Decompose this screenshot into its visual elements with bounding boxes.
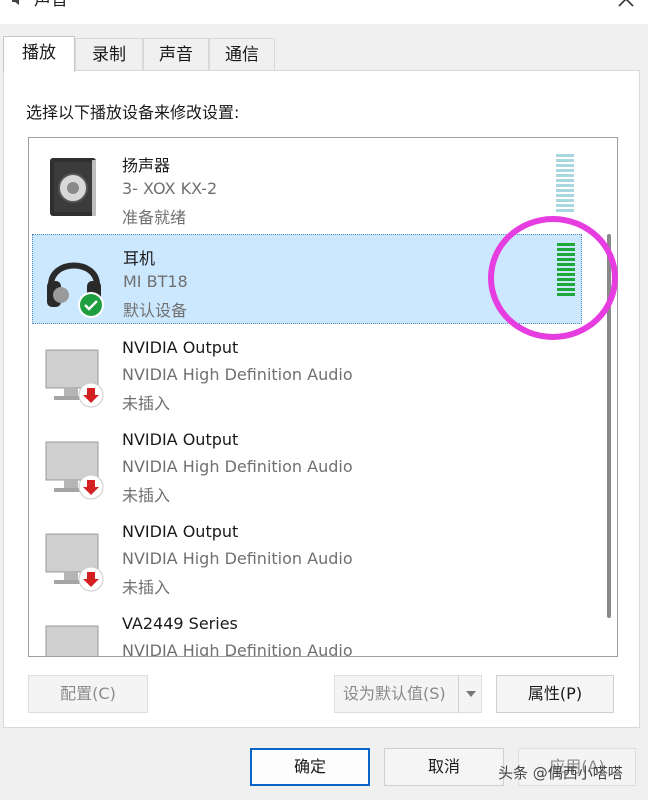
level-meter	[557, 243, 575, 296]
watermark: 头条 @偶西小嗒嗒	[498, 764, 623, 782]
device-status: 未插入	[122, 486, 171, 505]
set-default-split-button[interactable]: 设为默认值(S)	[334, 675, 482, 713]
title-bar: 声音	[0, 0, 648, 24]
device-nvidia-output-3[interactable]: NVIDIA Output NVIDIA High Definition Aud…	[32, 512, 582, 602]
window-title: 声音	[34, 0, 68, 10]
set-default-dropdown[interactable]	[458, 675, 483, 713]
tab-playback[interactable]: 播放	[3, 36, 75, 72]
ok-button[interactable]: 确定	[250, 748, 370, 786]
device-name: 耳机	[123, 249, 156, 268]
unplugged-icon	[78, 566, 104, 592]
speaker-title-icon	[12, 0, 19, 5]
device-status: 未插入	[122, 578, 171, 597]
default-check-icon	[78, 292, 104, 318]
device-list[interactable]: 扬声器 3- XOX KX-2 准备就绪 耳机 MI BT18 默认设备 NVI…	[28, 137, 618, 657]
device-name: 扬声器	[122, 156, 171, 175]
unplugged-icon	[78, 382, 104, 408]
device-status: 默认设备	[123, 301, 188, 320]
device-subtitle: MI BT18	[123, 272, 188, 291]
tab-recording[interactable]: 录制	[75, 38, 143, 71]
device-subtitle: 3- XOX KX-2	[122, 179, 218, 198]
instruction-text: 选择以下播放设备来修改设置:	[26, 103, 240, 122]
tab-sounds[interactable]: 声音	[143, 38, 209, 71]
device-status: 准备就绪	[122, 208, 187, 227]
device-speaker[interactable]: 扬声器 3- XOX KX-2 准备就绪	[32, 142, 582, 232]
sound-dialog: 声音 播放 录制 声音 通信 选择以下播放设备来修改设置: 扬声器 3- XOX…	[0, 0, 648, 800]
device-name: NVIDIA Output	[122, 522, 239, 541]
chevron-down-icon	[466, 691, 476, 697]
device-status: 未插入	[122, 394, 171, 413]
unplugged-icon	[78, 474, 104, 500]
cancel-button[interactable]: 取消	[384, 748, 504, 786]
properties-button[interactable]: 属性(P)	[496, 675, 614, 713]
close-icon[interactable]	[615, 0, 637, 10]
device-name: VA2449 Series	[122, 614, 238, 633]
device-subtitle: NVIDIA High Definition Audio	[122, 641, 353, 657]
device-subtitle: NVIDIA High Definition Audio	[122, 549, 353, 568]
device-nvidia-output-1[interactable]: NVIDIA Output NVIDIA High Definition Aud…	[32, 328, 582, 418]
speaker-icon	[50, 158, 96, 216]
monitor-icon	[45, 625, 99, 656]
device-va2449[interactable]: VA2449 Series NVIDIA High Definition Aud…	[32, 604, 582, 657]
level-meter	[556, 154, 574, 212]
device-subtitle: NVIDIA High Definition Audio	[122, 365, 353, 384]
device-nvidia-output-2[interactable]: NVIDIA Output NVIDIA High Definition Aud…	[32, 420, 582, 510]
device-name: NVIDIA Output	[122, 338, 239, 357]
device-name: NVIDIA Output	[122, 430, 239, 449]
scrollbar-thumb[interactable]	[607, 234, 611, 618]
configure-button[interactable]: 配置(C)	[28, 675, 148, 713]
tab-communications[interactable]: 通信	[209, 38, 275, 71]
playback-panel: 选择以下播放设备来修改设置: 扬声器 3- XOX KX-2 准备就绪 耳机 M…	[3, 70, 640, 728]
device-headphones[interactable]: 耳机 MI BT18 默认设备	[32, 234, 582, 324]
device-subtitle: NVIDIA High Definition Audio	[122, 457, 353, 476]
